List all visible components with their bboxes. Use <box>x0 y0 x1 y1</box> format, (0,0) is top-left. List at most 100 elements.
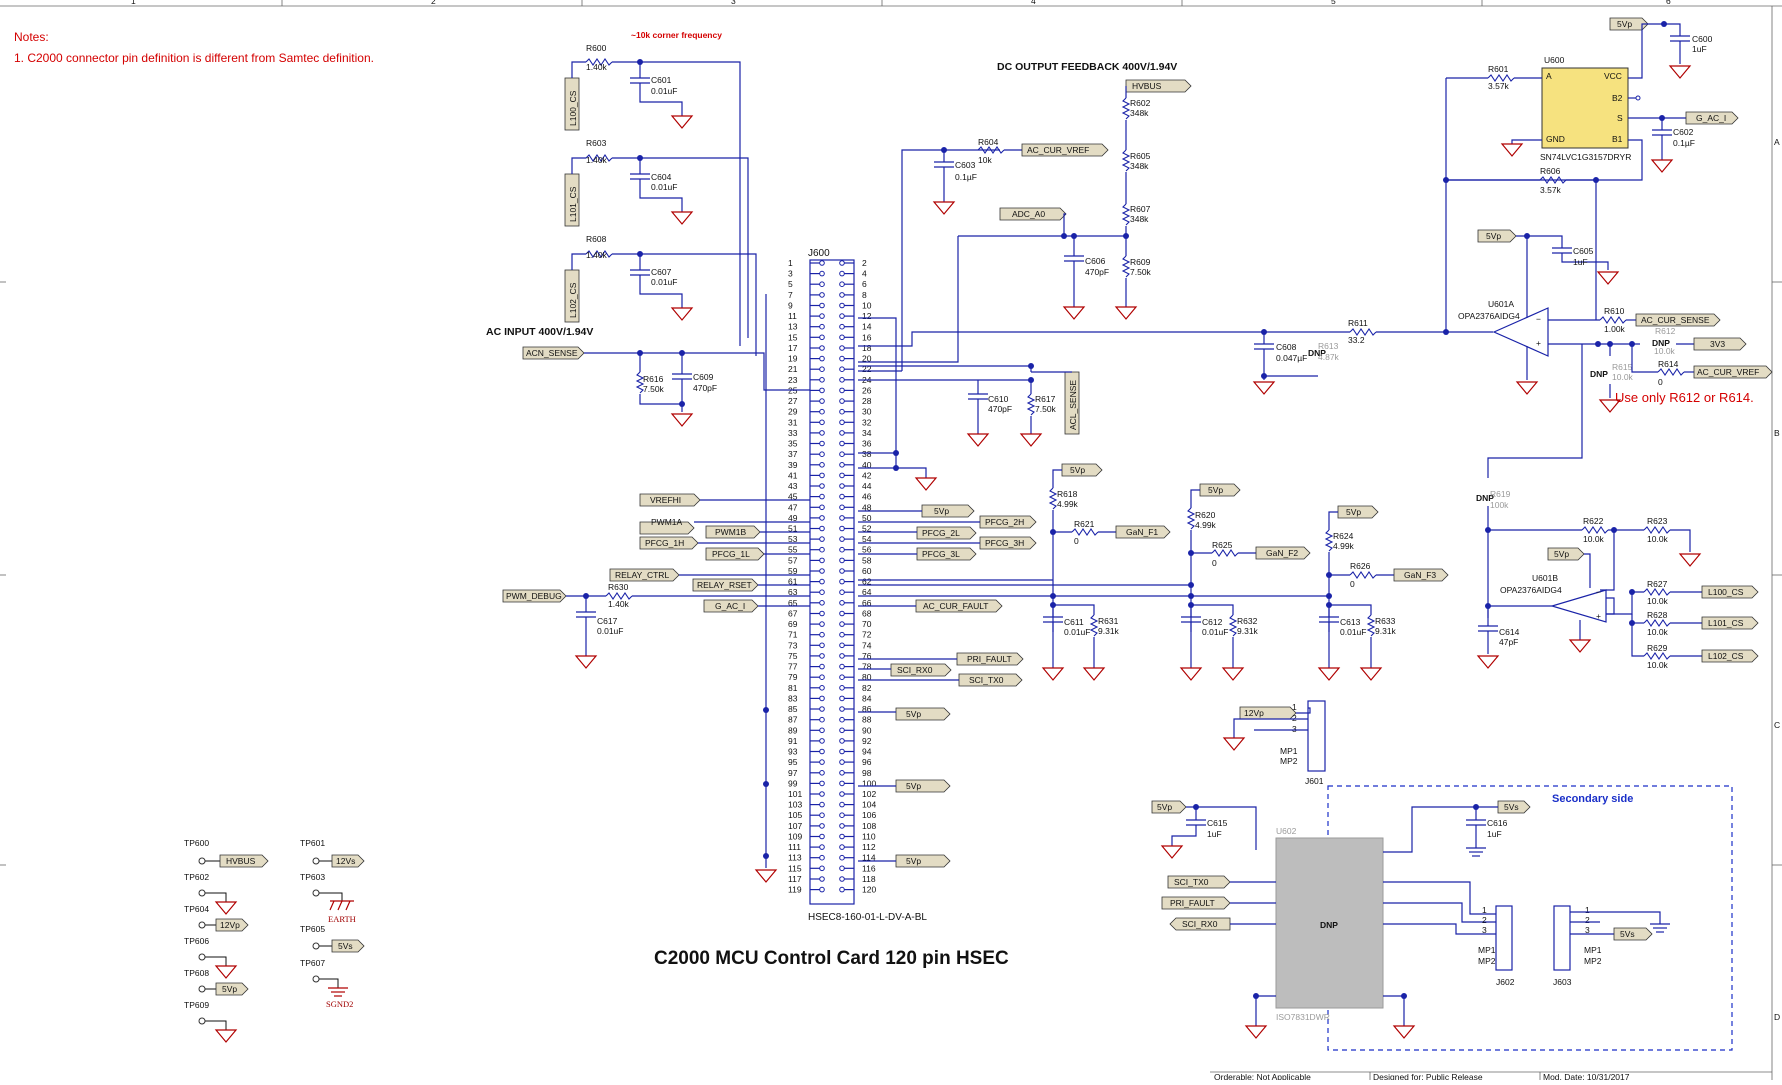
svg-text:1: 1 <box>1292 702 1297 712</box>
j600-pad-35 <box>819 440 825 447</box>
j600-pad-29 <box>819 408 825 415</box>
j600-pad-25 <box>819 387 825 394</box>
c616-val: 1uF <box>1487 829 1502 839</box>
j600-pad-108 <box>839 823 845 829</box>
l100-filter: L100_CS R600 1.40k C601 0.01uF <box>564 43 741 346</box>
j600-pad-61 <box>819 578 825 585</box>
svg-text:PFCG_2H: PFCG_2H <box>985 517 1024 527</box>
u601b-part: OPA2376AIDG4 <box>1500 585 1562 595</box>
c608-ref: C608 <box>1276 342 1297 352</box>
r612-ref: R612 <box>1655 326 1676 336</box>
j600-pin-57: 57 <box>788 555 798 565</box>
c610-val: 470pF <box>988 404 1012 414</box>
r609-val: 7.50k <box>1130 267 1152 277</box>
tp608-pad <box>198 985 206 993</box>
r622-ref: R622 <box>1583 516 1604 526</box>
c613-ref: C613 <box>1340 617 1361 627</box>
c617-val: 0.01uF <box>597 626 623 636</box>
u602-ref: U602 <box>1276 826 1297 836</box>
j600-pin-82: 82 <box>862 683 872 693</box>
notes-heading: Notes: <box>14 30 49 44</box>
j600-pad-18 <box>839 345 845 351</box>
j600-pin-16: 16 <box>862 332 872 342</box>
j600-pad-21 <box>819 366 825 373</box>
u601a-part: OPA2376AIDG4 <box>1458 311 1520 321</box>
r631-ref: R631 <box>1098 616 1119 626</box>
r630-ref: R630 <box>608 582 629 592</box>
j600-pad-51 <box>819 525 825 532</box>
r625-val: 0 <box>1212 558 1217 568</box>
r619-ref: R619 <box>1490 489 1511 499</box>
j600-pad-115 <box>819 865 825 872</box>
j600-pin-31: 31 <box>788 417 798 427</box>
r601-val: 3.57k <box>1488 81 1510 91</box>
j600-pad-44 <box>839 483 845 489</box>
r621-val: 0 <box>1074 536 1079 546</box>
secondary-side-zone <box>1327 785 1733 1051</box>
j600-pad-39 <box>819 462 825 468</box>
svg-text:GaN_F1: GaN_F1 <box>1126 527 1158 537</box>
j600-pad-27 <box>819 398 825 404</box>
j600-pin-4: 4 <box>862 269 867 279</box>
j600-pad-113 <box>819 854 825 861</box>
c604-ref: C604 <box>651 172 672 182</box>
tp600-ref: TP600 <box>184 838 209 848</box>
svg-text:S: S <box>1617 113 1623 123</box>
j600-pad-1 <box>819 260 825 266</box>
j600-pad-60 <box>839 568 845 574</box>
j600-pin-35: 35 <box>788 439 798 449</box>
l102-filter: L102_CS R608 1.40k C607 0.01uF <box>564 234 757 356</box>
c617-ref: C617 <box>597 616 618 626</box>
r619-val: 100k <box>1490 500 1509 510</box>
j600-pin-115: 115 <box>788 863 802 873</box>
tp607-ref: TP607 <box>300 958 325 968</box>
c612-ref: C612 <box>1202 617 1223 627</box>
j600-pin-93: 93 <box>788 747 798 757</box>
hvbus-divider: HVBUS R602 348k R605 348k R607 348k R609… <box>858 79 1192 363</box>
u601b-stage: DNP R619 100k R622 10.0k R623 10.0k − + … <box>1476 489 1759 670</box>
c606-ref: C606 <box>1085 256 1106 266</box>
j600-pad-110 <box>839 833 845 840</box>
r626-val: 0 <box>1350 579 1355 589</box>
j600-pin-120: 120 <box>862 885 876 895</box>
j600-pad-97 <box>819 770 825 776</box>
svg-text:AC_CUR_VREF: AC_CUR_VREF <box>1697 367 1759 377</box>
j600-pad-64 <box>839 589 845 596</box>
j600-pin-80: 80 <box>862 672 872 682</box>
svg-text:L101_CS: L101_CS <box>568 186 578 222</box>
j600-pad-42 <box>839 472 845 479</box>
svg-text:5Vp: 5Vp <box>1157 802 1172 812</box>
sgnd2-label: SGND2 <box>326 999 353 1009</box>
u600-part: SN74LVC1G3157DRYR <box>1540 152 1631 162</box>
u600-switch: U600 A VCC B2 S GND B1 SN74LVC1G3157DRYR… <box>1446 17 1739 195</box>
j600-pin-13: 13 <box>788 322 798 332</box>
j600-pin-36: 36 <box>862 439 872 449</box>
c602-val: 0.1µF <box>1673 138 1695 148</box>
j600-pad-32 <box>839 419 845 426</box>
j600-pin-119: 119 <box>788 885 802 895</box>
j600-pad-41 <box>819 472 825 479</box>
r624-val: 4.99k <box>1333 541 1355 551</box>
sheet-title: C2000 MCU Control Card 120 pin HSEC <box>654 948 1009 969</box>
u600-ref: U600 <box>1544 55 1565 65</box>
r612-val: 10.0k <box>1654 346 1676 356</box>
c612-val: 0.01uF <box>1202 627 1228 637</box>
j600-pad-92 <box>839 738 845 744</box>
c610-ref: C610 <box>988 394 1009 404</box>
j600-pad-28 <box>839 398 845 404</box>
svg-text:1: 1 <box>1585 905 1590 915</box>
earth-label: EARTH <box>328 914 356 924</box>
footer-orderable: Orderable: Not Applicable <box>1214 1072 1311 1080</box>
j600-pin-38: 38 <box>862 449 872 459</box>
acn-sense-input: ACN_SENSE R616 7.50k C609 470pF <box>522 346 810 427</box>
r600-ref: R600 <box>586 43 607 53</box>
svg-text:PFCG_2L: PFCG_2L <box>922 528 960 538</box>
j600-pad-22 <box>839 366 845 373</box>
svg-text:A: A <box>1546 71 1552 81</box>
j600-pin-12: 12 <box>862 311 872 321</box>
svg-text:PWM_DEBUG: PWM_DEBUG <box>506 591 562 601</box>
r620-val: 4.99k <box>1195 520 1217 530</box>
j600-pin-102: 102 <box>862 789 876 799</box>
j600-pad-66 <box>839 600 845 606</box>
j600-pin-23: 23 <box>788 375 798 385</box>
